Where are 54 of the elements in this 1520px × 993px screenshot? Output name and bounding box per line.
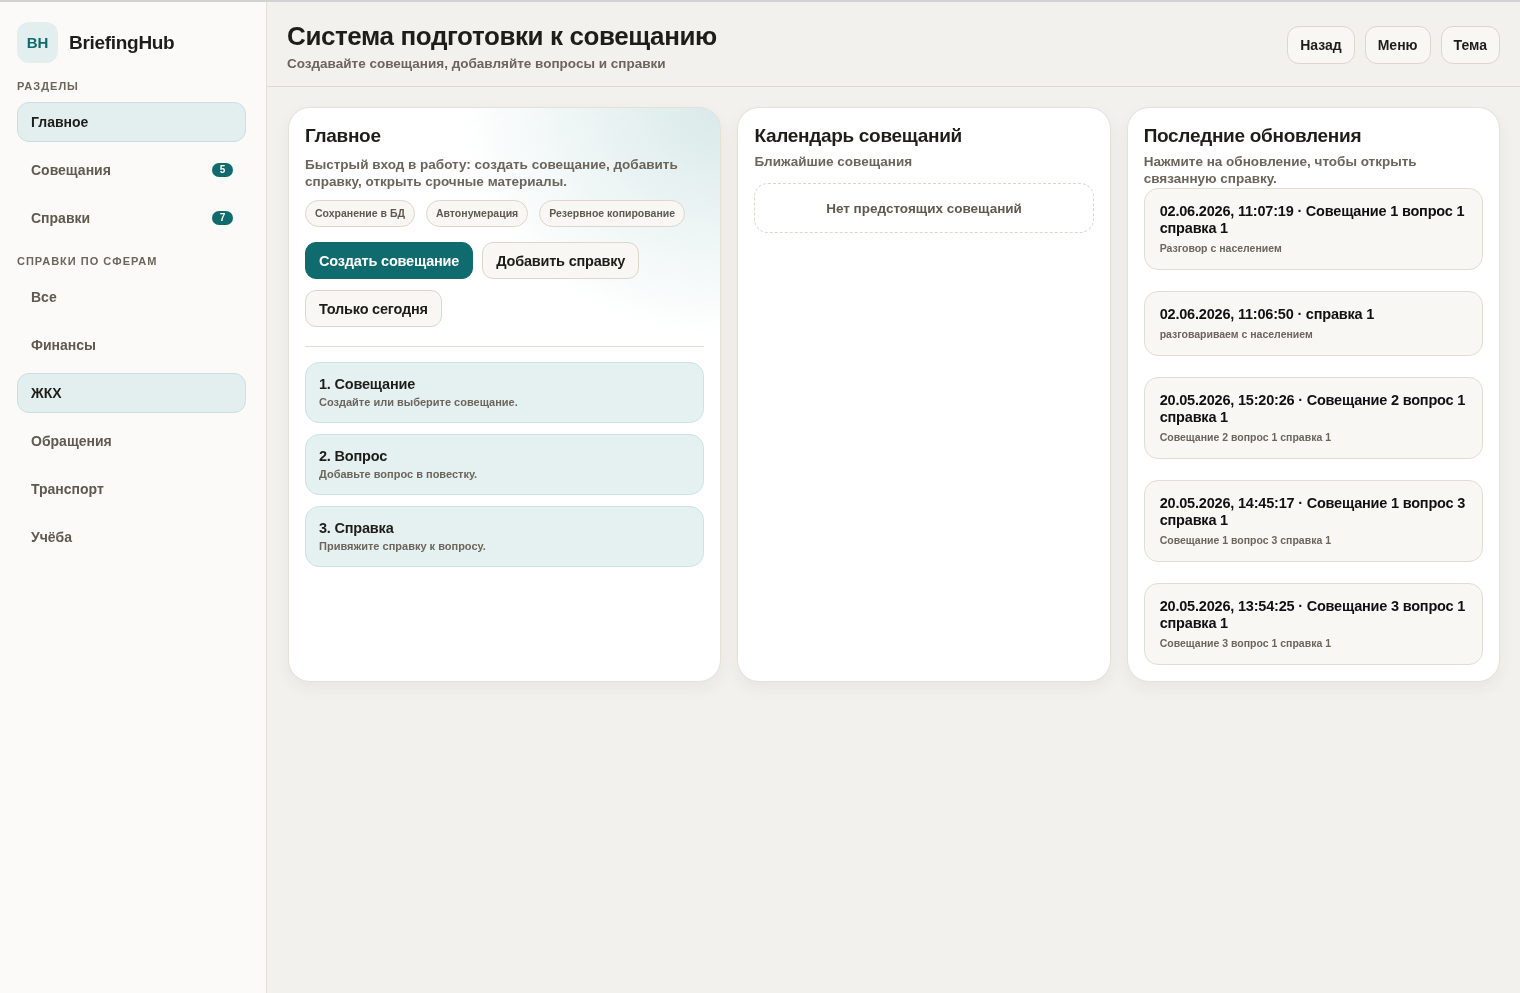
nav-item[interactable]: Учёба [17, 517, 246, 557]
header-button[interactable]: Меню [1364, 26, 1431, 64]
app-logo: BH [17, 22, 58, 63]
action-button[interactable]: Только сегодня [305, 290, 442, 327]
update-title: 20.05.2026, 15:20:26 · Совещание 2 вопрос 1 справка 1 [1159, 392, 1467, 426]
step-title: 2. Вопрос [319, 447, 388, 466]
feature-tag: Сохранение в БД [305, 200, 415, 227]
panel-description: Быстрый вход в работу: создать совещание, добавить справку, открыть срочные материалы. [305, 156, 679, 190]
section-heading: РАЗДЕЛЫ [17, 80, 80, 92]
update-text: разговариваем с населением [1159, 328, 1314, 340]
update-item[interactable]: 20.05.2026, 15:20:26 · Совещание 2 вопрос 1 справка 1 Совещание 2 вопрос 1 справка 1 [1143, 377, 1483, 459]
update-item[interactable]: 20.05.2026, 14:45:17 · Совещание 1 вопрос 3 справка 1 Совещание 1 вопрос 3 справка 1 [1143, 480, 1483, 562]
empty-state: Нет предстоящих совещаний [754, 183, 1094, 233]
step-text: Привяжите справку к вопросу. [319, 540, 487, 552]
step-title: 3. Справка [319, 519, 395, 538]
update-item[interactable]: 02.06.2026, 11:07:19 · Совещание 1 вопрос 1 справка 1 Разговор с населением [1143, 188, 1483, 270]
panel-description: Нажмите на обновление, чтобы открыть связанную справку. [1143, 153, 1418, 187]
nav-item[interactable]: Обращения [17, 421, 246, 461]
panel-subtitle: Ближайшие совещания [754, 153, 914, 171]
feature-tag: Автонумерация [425, 200, 529, 227]
action-button[interactable]: Создать совещание [305, 242, 474, 279]
update-title: 20.05.2026, 13:54:25 · Совещание 3 вопрос 1 справка 1 [1159, 598, 1467, 632]
update-text: Совещание 2 вопрос 1 справка 1 [1159, 431, 1332, 443]
nav-item[interactable]: Финансы [17, 325, 246, 365]
update-text: Совещание 3 вопрос 1 справка 1 [1159, 637, 1332, 649]
header-button[interactable]: Назад [1287, 26, 1355, 64]
count-badge: 5 [212, 163, 233, 177]
update-title: 02.06.2026, 11:07:19 · Совещание 1 вопрос 1 справка 1 [1159, 203, 1466, 237]
update-text: Разговор с населением [1159, 242, 1283, 254]
page-subtitle: Создавайте совещания, добавляйте вопросы и справки [287, 55, 667, 71]
update-item[interactable]: 02.06.2026, 11:06:50 · справка 1 разговариваем с населением [1143, 291, 1483, 356]
nav-item[interactable]: Справки 7 [17, 198, 246, 238]
step-title: 1. Совещание [319, 375, 417, 394]
nav-item[interactable]: ЖКХ [17, 373, 246, 413]
nav-item[interactable]: Совещания 5 [17, 150, 246, 190]
app-name: BriefingHub [69, 31, 175, 54]
feature-tag: Резервное копирование [539, 200, 686, 227]
update-item[interactable]: 20.05.2026, 13:54:25 · Совещание 3 вопрос 1 справка 1 Совещание 3 вопрос 1 справка 1 [1143, 583, 1483, 665]
step-text: Создайте или выберите совещание. [319, 396, 519, 408]
update-title: 02.06.2026, 11:06:50 · справка 1 [1159, 306, 1376, 323]
update-title: 20.05.2026, 14:45:17 · Совещание 1 вопрос 3 справка 1 [1159, 495, 1467, 529]
panel-title: Календарь совещаний [754, 124, 963, 148]
action-button[interactable]: Добавить справку [482, 242, 640, 279]
header-button[interactable]: Тема [1440, 26, 1500, 64]
panel-title: Главное [305, 124, 382, 148]
step-text: Добавьте вопрос в повестку. [319, 468, 479, 480]
nav-item[interactable]: Главное [17, 102, 246, 142]
count-badge: 7 [212, 211, 233, 225]
nav-item[interactable]: Все [17, 277, 246, 317]
nav-item[interactable]: Транспорт [17, 469, 246, 509]
section-heading: СПРАВКИ ПО СФЕРАМ [17, 255, 159, 267]
update-text: Совещание 1 вопрос 3 справка 1 [1159, 534, 1332, 546]
panel-title: Последние обновления [1143, 124, 1363, 148]
page-title: Система подготовки к совещанию [287, 19, 717, 52]
